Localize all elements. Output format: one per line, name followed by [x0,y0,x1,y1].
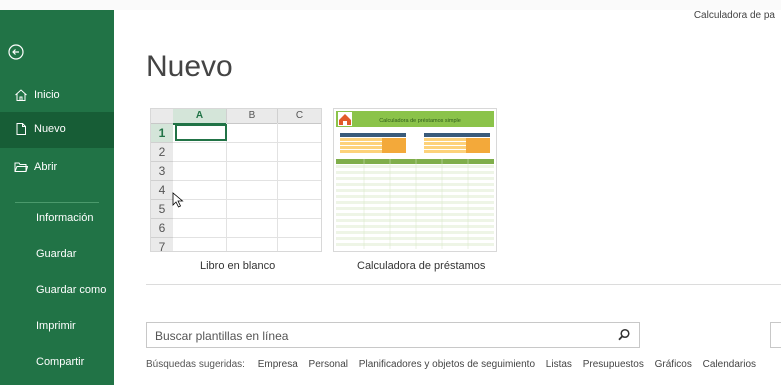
nav-item-label: Guardar [36,248,77,260]
nav-item-nuevo[interactable]: Nuevo [0,112,114,148]
nav-item-label: Nuevo [34,123,66,135]
overflow-panel-edge [770,322,781,348]
row-header: 4 [151,181,173,200]
nav-item-label: Inicio [34,89,60,101]
backstage-sidebar: Inicio Nuevo Abrir Información Guardar G… [0,10,114,385]
new-document-icon [16,123,26,135]
circle-arrow-left-icon [8,44,24,60]
active-cell [175,124,227,141]
grid-line [173,161,321,162]
suggested-searches: Búsquedas sugeridas: Empresa Personal Pl… [146,359,764,370]
suggested-link[interactable]: Listas [546,359,572,370]
grid-line [173,180,321,181]
folder-open-icon [14,162,28,172]
column-header: C [278,109,321,124]
section-divider [146,284,781,285]
suggested-link[interactable]: Gráficos [655,359,692,370]
sidebar-divider [15,202,99,203]
template-label: Calculadora de préstamos [357,260,486,272]
nav-item-label: Abrir [34,161,58,173]
nav-item-guardar-como[interactable]: Guardar como [0,276,114,306]
nav-item-abrir[interactable]: Abrir [0,150,114,186]
loan-calculator-preview: Calculadora de préstamos simple [334,109,496,251]
row-header: 1 [151,124,173,143]
search-button[interactable] [617,328,631,342]
suggested-link[interactable]: Planificadores y objetos de seguimiento [359,359,535,370]
grid-line [173,218,321,219]
nav-item-informacion[interactable]: Información [0,204,114,234]
preview-banner-title: Calculadora de préstamos simple [379,118,461,124]
row-header: 7 [151,238,173,251]
grid-line [173,199,321,200]
mouse-cursor-icon [172,192,184,208]
suggested-searches-label: Búsquedas sugeridas: [146,359,245,370]
window-title: Calculadora de pa [693,10,775,21]
grid-line [226,123,227,251]
row-header: 5 [151,200,173,219]
page-title: Nuevo [146,50,233,83]
grid-line [277,123,278,251]
grid-line [173,237,321,238]
grid-line [173,142,321,143]
nav-item-label: Información [36,212,94,224]
row-header: 2 [151,143,173,162]
suggested-link[interactable]: Empresa [258,359,298,370]
nav-item-compartir[interactable]: Compartir [0,348,114,378]
home-icon [15,89,27,101]
nav-item-imprimir[interactable]: Imprimir [0,312,114,342]
select-all-corner [151,109,173,124]
nav-item-label: Compartir [36,356,85,368]
nav-item-guardar[interactable]: Guardar [0,240,114,270]
nav-item-label: Guardar como [36,284,107,296]
nav-item-inicio[interactable]: Inicio [0,78,114,114]
template-search-box [146,322,640,348]
back-button[interactable] [8,44,24,60]
nav-item-label: Imprimir [36,320,76,332]
row-header: 6 [151,219,173,238]
row-header: 3 [151,162,173,181]
template-thumbnail: A B C 1 2 3 4 5 6 7 [150,108,322,252]
column-header: B [227,109,278,124]
column-header: A [173,109,227,125]
suggested-link[interactable]: Calendarios [703,359,756,370]
search-icon [618,328,630,341]
search-input[interactable] [153,327,597,345]
template-label: Libro en blanco [200,260,276,272]
title-bar [0,0,781,10]
main-panel: Calculadora de pa Nuevo A B C 1 2 3 4 5 … [114,10,781,385]
suggested-link[interactable]: Personal [309,359,348,370]
suggested-link[interactable]: Presupuestos [583,359,644,370]
template-thumbnail: Calculadora de préstamos simple [333,108,497,252]
